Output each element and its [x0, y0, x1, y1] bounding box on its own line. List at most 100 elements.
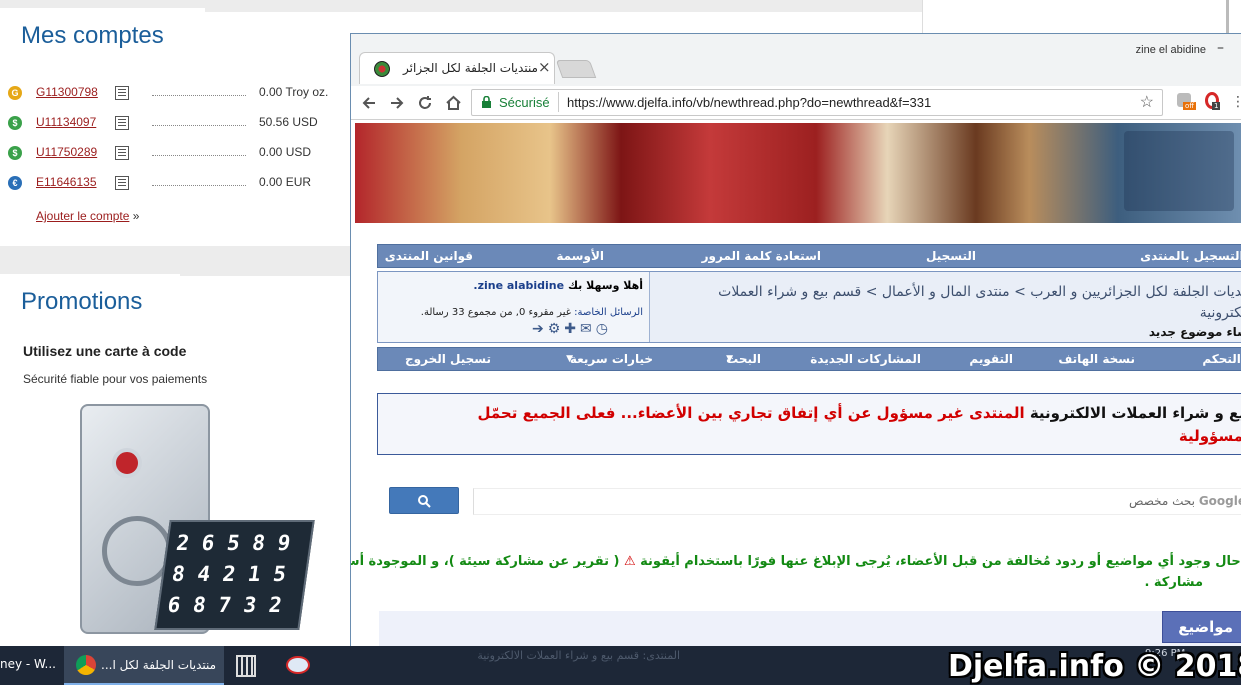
statement-icon[interactable]	[115, 146, 129, 160]
search-custom-label: بحث مخصص	[1129, 494, 1195, 508]
tab-title: منتديات الجلفة لكل الجزائر	[403, 61, 538, 75]
account-row[interactable]: $ U11134097 50.56 USD	[0, 111, 340, 135]
forward-icon[interactable]	[389, 95, 405, 111]
account-id[interactable]: U11134097	[36, 115, 96, 129]
watermark: Djelfa.info © 2018	[948, 649, 1241, 684]
warning-line-2: مسؤولية	[1178, 427, 1241, 445]
secure-label: Sécurisé	[499, 95, 550, 110]
chevron-down-icon[interactable]: ▼	[726, 354, 733, 364]
new-topic-link[interactable]: إنشاء موضوع جديد	[658, 325, 1241, 339]
breadcrumb[interactable]: منتديات الجلفة لكل الجزائريين و العرب > …	[658, 282, 1241, 324]
add-account-link[interactable]: Ajouter le compte	[36, 209, 129, 223]
home-icon[interactable]	[445, 94, 462, 111]
bookmark-star-icon[interactable]: ☆	[1140, 92, 1154, 112]
pm-info: الرسائل الخاصة: غير مقروء 0, من مجموع 33…	[421, 307, 643, 318]
card-digits-row: 6 8 7 3 2	[166, 593, 284, 617]
warning-line-1: بيع و شراء العملات الالكترونية المنتدى غ…	[477, 404, 1241, 422]
warning-box: بيع و شراء العملات الالكترونية المنتدى غ…	[377, 393, 1241, 455]
nav-rules[interactable]: قوانين المنتدى	[385, 249, 473, 263]
messages-icon[interactable]: ✉	[580, 321, 596, 337]
scrollbar[interactable]	[1226, 0, 1229, 33]
lock-icon	[482, 96, 491, 108]
search-button[interactable]	[389, 487, 459, 514]
report-notice: في حال وجود أي مواضيع أو ردود مُخالفة من…	[351, 551, 1241, 593]
account-balance: 0.00 EUR	[259, 175, 312, 189]
logout-icon[interactable]: ➔	[532, 321, 548, 337]
nav-quick-options[interactable]: خيارات سريعة	[570, 352, 653, 366]
statement-icon[interactable]	[115, 116, 129, 130]
clock-icon[interactable]: ◷	[596, 321, 612, 337]
report-text: في حال وجود أي مواضيع أو ردود مُخالفة من…	[640, 554, 1241, 569]
nav-calendar[interactable]: التقويم	[969, 352, 1013, 366]
address-bar[interactable]: Sécurisé https://www.djelfa.info/vb/newt…	[471, 89, 1163, 116]
welcome-prefix: أهلا وسهلا بك	[567, 279, 643, 292]
calculator-icon[interactable]	[236, 655, 256, 677]
code-card: 2 6 5 8 9 8 4 2 1 5 6 8 7 3 2	[154, 520, 315, 630]
add-contact-icon[interactable]: ✚	[564, 321, 580, 337]
account-row[interactable]: G G11300798 0.00 Troy oz.	[0, 81, 340, 105]
tab-bar: zine el abidine – منتديات الجلفة لكل الج…	[351, 34, 1241, 86]
taskbar-item-chrome[interactable]: منتديات الجلفة لكل ا...	[64, 646, 224, 685]
dotted-leader	[152, 185, 246, 186]
promo-text: Sécurité fiable pour vos paiements	[23, 372, 208, 386]
paint-icon[interactable]	[286, 656, 310, 674]
search-field[interactable]	[473, 488, 1241, 515]
search-icon	[418, 495, 431, 508]
card-digits-row: 2 6 5 8 9	[174, 531, 292, 555]
welcome-text: أهلا وسهلا بك zine alabidine.	[473, 279, 643, 292]
nav-registration-guide[interactable]: طريقة التسجيل بالمنتدى	[1140, 249, 1241, 263]
section-value: قسم بيع و شراء العملات الالكترونية	[477, 649, 639, 662]
report-line-2: مشاركة .	[1144, 575, 1203, 590]
menu-icon[interactable]: ⋮	[1231, 94, 1241, 110]
screen: Mes comptes G G11300798 0.00 Troy oz. $ …	[0, 0, 1241, 685]
account-row[interactable]: $ U11750289 0.00 USD	[0, 141, 340, 165]
warning-triangle-icon: ⚠	[623, 554, 636, 569]
close-tab-icon[interactable]: ×	[538, 58, 551, 76]
browser-window: zine el abidine – منتديات الجلفة لكل الج…	[350, 33, 1241, 649]
favicon-icon	[374, 61, 390, 77]
extension-count-badge: 1	[1212, 102, 1221, 110]
extension-icon[interactable]: off	[1177, 93, 1197, 110]
topics-tab[interactable]: مواضيع	[1162, 611, 1241, 643]
gold-coin-icon: G	[8, 86, 22, 100]
settings-icon[interactable]: ⚙	[548, 321, 565, 337]
account-id[interactable]: U11750289	[36, 145, 97, 159]
reload-icon[interactable]	[417, 95, 433, 111]
nav-medals[interactable]: الأوسمة	[556, 249, 604, 263]
dollar-coin-icon: $	[8, 116, 22, 130]
nav-register[interactable]: التسجيل	[926, 249, 976, 263]
dotted-leader	[152, 95, 246, 96]
warning-section-name: بيع و شراء العملات الالكترونية	[1029, 404, 1241, 422]
browser-tab[interactable]: منتديات الجلفة لكل الجزائر ×	[359, 52, 555, 84]
statement-icon[interactable]	[115, 176, 129, 190]
sub-nav: لوحة التحكم نسخة الهاتف التقويم المشاركا…	[377, 347, 1241, 371]
new-tab-button[interactable]	[555, 60, 597, 78]
opera-icon[interactable]: 1	[1205, 92, 1221, 110]
nav-password-recovery[interactable]: استعادة كلمة المرور	[702, 249, 821, 263]
account-row[interactable]: € E11646135 0.00 EUR	[0, 171, 340, 195]
minimize-button[interactable]: –	[1217, 40, 1224, 56]
url-text[interactable]: https://www.djelfa.info/vb/newthread.php…	[567, 95, 931, 110]
taskbar-item-wallet[interactable]: ney - W...	[0, 646, 62, 685]
back-icon[interactable]	[361, 95, 377, 111]
report-line-1: في حال وجود أي مواضيع أو ردود مُخالفة من…	[351, 551, 1241, 572]
section-row: المنتدى: قسم بيع و شراء العملات الالكترو…	[380, 649, 680, 662]
nav-new-posts[interactable]: المشاركات الجديدة	[810, 352, 921, 366]
welcome-username[interactable]: zine alabidine.	[473, 279, 564, 292]
chevron-down-icon[interactable]: ▼	[566, 354, 573, 364]
nav-control-panel[interactable]: لوحة التحكم	[1202, 352, 1241, 366]
nav-mobile-version[interactable]: نسخة الهاتف	[1058, 352, 1135, 366]
pm-label[interactable]: الرسائل الخاصة:	[574, 307, 643, 318]
profile-name[interactable]: zine el abidine	[1136, 44, 1206, 56]
dotted-leader	[152, 125, 246, 126]
nav-logout[interactable]: تسجيل الخروج	[405, 352, 491, 366]
search-placeholder: بحث مخصص Google	[1129, 494, 1241, 508]
forum-logo	[1124, 131, 1234, 211]
promo-heading: Utilisez une carte à code	[23, 343, 187, 359]
account-balance: 50.56 USD	[259, 115, 318, 129]
account-id[interactable]: E11646135	[36, 175, 97, 189]
add-account[interactable]: Ajouter le compte »	[36, 209, 139, 223]
statement-icon[interactable]	[115, 86, 129, 100]
custom-search-input[interactable]: بحث مخصص Google	[473, 485, 1241, 517]
account-id[interactable]: G11300798	[36, 85, 98, 99]
